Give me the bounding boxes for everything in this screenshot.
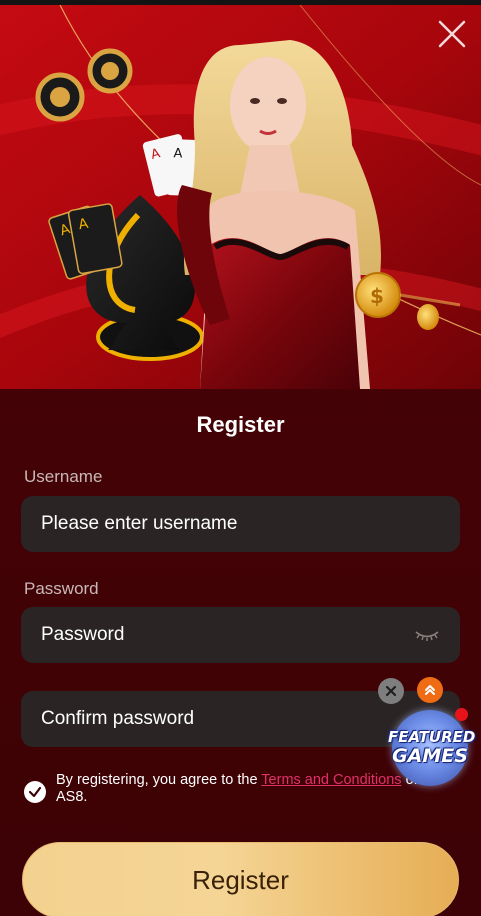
featured-line-2: GAMES [392, 745, 468, 767]
password-label: Password [24, 579, 99, 598]
agreement-text: By registering, you agree to the Terms a… [56, 772, 444, 806]
terms-agreement: By registering, you agree to the Terms a… [24, 772, 444, 806]
username-label: Username [24, 467, 103, 486]
scroll-up-button[interactable] [417, 677, 443, 703]
confirm-password-placeholder: Confirm password [41, 708, 195, 729]
password-placeholder: Password [41, 624, 125, 645]
promo-illustration: A A A A $ [0, 5, 481, 389]
close-button[interactable] [435, 17, 469, 51]
featured-games-badge[interactable]: FEATURED GAMES [388, 706, 476, 790]
svg-text:$: $ [370, 284, 384, 308]
register-button[interactable]: Register [22, 842, 459, 916]
agreement-prefix: By registering, you agree to the [56, 772, 258, 788]
register-screen: A A A A $ Register Username Please enter… [0, 0, 481, 916]
check-icon[interactable] [24, 781, 46, 803]
notification-dot [455, 708, 468, 721]
svg-text:A: A [173, 146, 183, 161]
chevron-up-icon [425, 685, 435, 695]
username-field[interactable]: Please enter username [21, 496, 460, 552]
eye-closed-icon[interactable] [414, 627, 440, 643]
page-title: Register [196, 412, 285, 437]
featured-line-1: FEATURED [388, 728, 476, 746]
close-icon [438, 20, 466, 48]
dismiss-widget-button[interactable] [378, 678, 404, 704]
password-field[interactable]: Password [21, 607, 460, 663]
username-placeholder: Please enter username [41, 513, 238, 534]
terms-link[interactable]: Terms and Conditions [261, 772, 401, 788]
promo-banner: A A A A $ [0, 5, 481, 389]
close-icon [385, 685, 397, 697]
